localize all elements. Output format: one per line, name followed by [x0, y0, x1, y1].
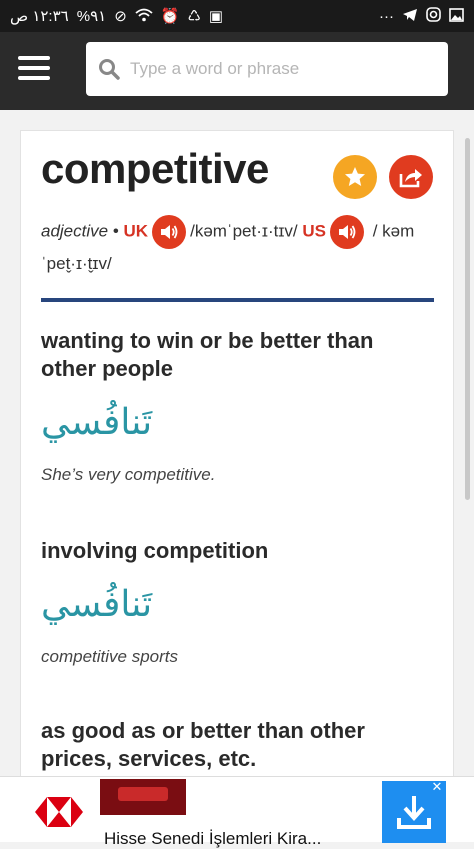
- header-divider: [41, 298, 434, 302]
- recycle-icon: ♺: [187, 7, 201, 25]
- search-icon: [99, 59, 120, 80]
- star-icon: [345, 167, 365, 186]
- favorite-button[interactable]: [333, 155, 377, 199]
- instagram-icon: [426, 7, 441, 25]
- us-ipa: /: [372, 221, 378, 241]
- sense-2: involving competition تَنافُسي competiti…: [41, 537, 434, 667]
- status-right: ···: [379, 7, 464, 25]
- download-icon: [397, 796, 431, 829]
- sense-1: wanting to win or be better than other p…: [41, 327, 434, 485]
- image-icon: [449, 7, 464, 25]
- speaker-icon: [338, 225, 356, 239]
- more-notifications: ···: [379, 7, 394, 25]
- hamburger-menu-icon[interactable]: [18, 56, 50, 84]
- ad-image: [100, 779, 186, 815]
- battery-percent: %٩١: [76, 8, 107, 25]
- sim-icon: ▣: [208, 7, 224, 25]
- us-label: US: [302, 221, 326, 241]
- definition: involving competition: [41, 538, 269, 563]
- entry-card: competitive adjective • UK/kəmˈpet·ɪ·tɪv…: [20, 130, 454, 790]
- scrollbar[interactable]: [465, 138, 470, 500]
- status-bar: ١٢:٣٦ ص %٩١ ⊘ ⏰ ♺ ▣ ···: [0, 0, 474, 32]
- uk-audio-button[interactable]: [152, 215, 187, 249]
- ad-banner[interactable]: Hisse Senedi İşlemleri Kira...: [0, 776, 474, 848]
- dnd-icon: ⊘: [114, 7, 127, 25]
- pronunciation-block: adjective • UK/kəmˈpet·ɪ·tɪv/ US / kəmˈp…: [41, 215, 441, 279]
- speaker-icon: [161, 225, 178, 239]
- ad-close-icon[interactable]: ✕: [430, 780, 444, 794]
- uk-label: UK: [123, 221, 149, 241]
- translation-text: تَنافُسي: [41, 401, 153, 442]
- arabic-translation: تَنافُسي: [41, 577, 434, 631]
- share-icon: [399, 169, 422, 188]
- share-button[interactable]: [389, 155, 433, 199]
- ad-text: Hisse Senedi İşlemleri Kira...: [104, 829, 322, 848]
- example-sentence: She’s very competitive.: [41, 465, 216, 484]
- hsbc-logo: [26, 781, 92, 843]
- alarm-icon: ⏰: [160, 7, 180, 25]
- sense-3: as good as or better than other prices, …: [41, 717, 434, 773]
- part-of-speech: adjective: [41, 221, 109, 241]
- telegram-icon: [402, 8, 418, 25]
- wifi-icon: [135, 8, 153, 25]
- us-audio-button[interactable]: [329, 215, 364, 249]
- search-input[interactable]: [130, 59, 430, 79]
- definition: wanting to win or be better than other p…: [41, 328, 374, 381]
- arabic-translation: تَنافُسي: [41, 395, 434, 449]
- app-bar: [0, 32, 474, 110]
- status-time: ١٢:٣٦ ص: [10, 8, 69, 25]
- status-left: ١٢:٣٦ ص %٩١ ⊘ ⏰ ♺ ▣: [10, 7, 223, 25]
- search-box[interactable]: [86, 42, 448, 96]
- uk-ipa: /kəmˈpet·ɪ·tɪv/: [190, 221, 298, 241]
- definition: as good as or better than other prices, …: [41, 718, 365, 771]
- translation-text: تَنافُسي: [41, 583, 153, 624]
- headword: competitive: [41, 145, 269, 192]
- separator-bullet: •: [112, 221, 119, 241]
- example-sentence: competitive sports: [41, 647, 178, 666]
